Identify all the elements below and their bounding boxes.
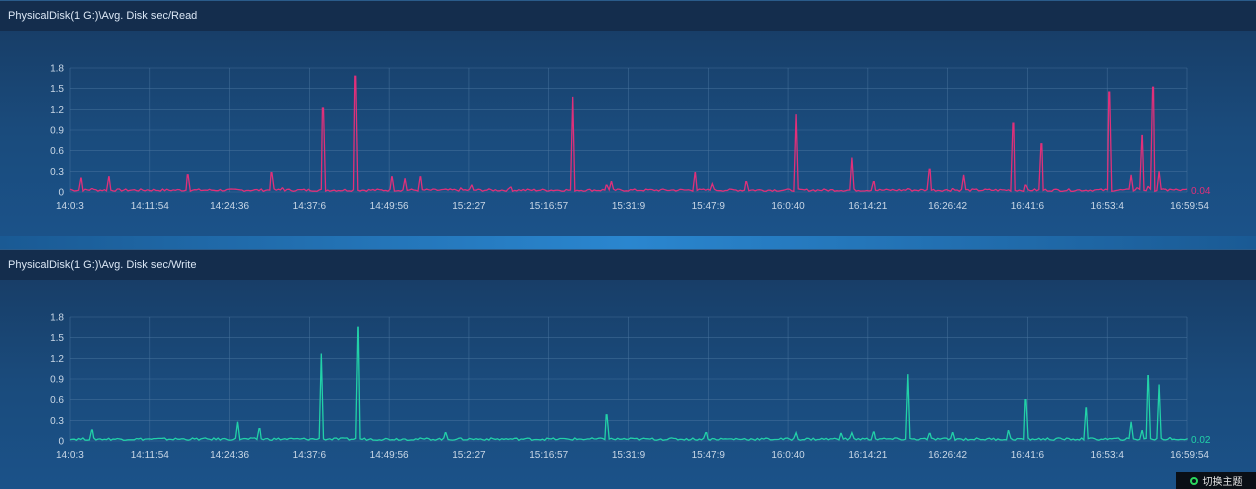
x-tick-label: 16:59:54	[1170, 450, 1209, 461]
y-tick-label: 0.3	[50, 416, 64, 427]
x-tick-label: 14:37:6	[293, 201, 327, 212]
x-tick-label: 16:14:21	[848, 201, 887, 212]
y-tick-label: 1.2	[50, 105, 64, 116]
x-tick-label: 15:2:27	[452, 450, 486, 461]
x-tick-label: 15:31:9	[612, 201, 646, 212]
x-tick-label: 14:49:56	[370, 450, 409, 461]
x-tick-label: 16:59:54	[1170, 201, 1209, 212]
y-tick-label: 0.9	[50, 126, 64, 137]
x-tick-label: 15:16:57	[529, 201, 568, 212]
x-tick-label: 14:37:6	[293, 450, 327, 461]
x-tick-label: 16:0:40	[771, 450, 805, 461]
y-tick-label: 0.9	[50, 375, 64, 386]
x-tick-label: 14:24:36	[210, 201, 249, 212]
x-tick-label: 15:2:27	[452, 201, 486, 212]
x-tick-label: 16:53:4	[1091, 201, 1125, 212]
last-value-label: 0.02	[1191, 435, 1211, 446]
x-tick-label: 16:41:6	[1011, 201, 1045, 212]
y-tick-label: 0.3	[50, 167, 64, 178]
x-tick-label: 14:0:3	[56, 201, 84, 212]
x-tick-label: 14:24:36	[210, 450, 249, 461]
y-tick-label: 0.6	[50, 146, 64, 157]
x-tick-label: 16:41:6	[1011, 450, 1045, 461]
panel-divider	[0, 236, 1256, 249]
refresh-circle-icon	[1189, 476, 1198, 485]
x-tick-label: 16:26:42	[928, 450, 967, 461]
x-tick-label: 16:53:4	[1091, 450, 1125, 461]
x-tick-label: 14:49:56	[370, 201, 409, 212]
x-tick-label: 15:16:57	[529, 450, 568, 461]
switch-theme-button[interactable]: 切换主题	[1176, 472, 1256, 489]
y-tick-label: 0	[58, 437, 64, 448]
write-chart-panel: PhysicalDisk(1 G:)\Avg. Disk sec/Write 0…	[0, 249, 1256, 489]
last-value-label: 0.04	[1191, 186, 1211, 197]
x-tick-label: 15:47:9	[692, 201, 726, 212]
y-tick-label: 1.2	[50, 354, 64, 365]
y-tick-label: 1.5	[50, 333, 64, 344]
x-tick-label: 15:31:9	[612, 450, 646, 461]
read-chart-panel: PhysicalDisk(1 G:)\Avg. Disk sec/Read 00…	[0, 0, 1256, 236]
switch-theme-label: 切换主题	[1202, 477, 1243, 488]
x-tick-label: 14:0:3	[56, 450, 84, 461]
y-tick-label: 1.8	[50, 64, 64, 75]
y-tick-label: 0.6	[50, 395, 64, 406]
x-tick-label: 15:47:9	[692, 450, 726, 461]
x-tick-label: 16:26:42	[928, 201, 967, 212]
x-tick-label: 14:11:54	[131, 201, 170, 212]
y-tick-label: 1.5	[50, 84, 64, 95]
y-tick-label: 1.8	[50, 313, 64, 324]
y-tick-label: 0	[58, 188, 64, 199]
x-tick-label: 16:14:21	[848, 450, 887, 461]
read-chart: 0 0.3 0.6 0.9 1.2 1.5 1.8 14:0:3 14:11:54 14:24:3…	[50, 64, 1211, 213]
x-tick-label: 14:11:54	[131, 450, 170, 461]
x-tick-label: 16:0:40	[771, 201, 805, 212]
write-chart: 0 0.3 0.6 0.9 1.2 1.5 1.8 14:0:3 14:11:54 14:24:3…	[50, 313, 1211, 462]
